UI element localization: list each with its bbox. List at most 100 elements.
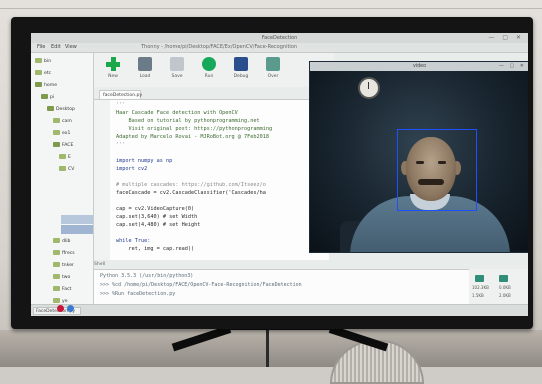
code-line: import numpy as np bbox=[116, 158, 173, 164]
webcam-window-controls[interactable]: — ▢ ✕ bbox=[499, 62, 526, 71]
tree-item[interactable]: ffrecs bbox=[53, 250, 75, 258]
new-button-label: New bbox=[108, 74, 118, 79]
network-down-icon bbox=[499, 275, 508, 282]
menu-edit[interactable]: Edit bbox=[51, 44, 61, 50]
run-button-label: Run bbox=[204, 74, 214, 79]
menu-view[interactable]: View bbox=[65, 44, 77, 50]
tree-selection-highlight bbox=[61, 215, 93, 224]
tree-item[interactable]: home bbox=[35, 82, 57, 90]
taskbar: FaceDetection.py bbox=[31, 304, 528, 316]
code-line: while True: bbox=[116, 238, 151, 244]
folder-icon bbox=[53, 274, 60, 279]
code-line: Visit original post: https://pythonprogr… bbox=[116, 126, 273, 132]
tree-selection-highlight-2 bbox=[61, 225, 93, 234]
load-icon bbox=[138, 57, 152, 71]
menu-file[interactable]: File bbox=[37, 44, 45, 50]
tree-item[interactable]: Desktop bbox=[47, 106, 75, 114]
python-shell[interactable]: Python 3.5.3 (/usr/bin/python3) >>> %cd … bbox=[94, 269, 504, 305]
new-button[interactable]: New bbox=[102, 57, 124, 85]
tree-item[interactable]: etc bbox=[35, 70, 51, 78]
code-line: Haar Cascade Face detection with OpenCV bbox=[116, 110, 238, 116]
power-cable bbox=[266, 330, 269, 367]
save-button[interactable]: Save bbox=[166, 57, 188, 85]
folder-icon bbox=[35, 70, 42, 75]
folder-icon bbox=[53, 286, 60, 291]
code-line: Adapted by Marcelo Rovai - MJRoBot.org @… bbox=[116, 134, 270, 140]
folder-icon bbox=[59, 154, 66, 159]
ide-window-controls[interactable]: — ▢ ✕ bbox=[488, 34, 524, 41]
debug-button[interactable]: Debug bbox=[230, 57, 252, 85]
tree-item[interactable]: two bbox=[53, 274, 70, 282]
tray-upload-value: 102.3KB bbox=[472, 285, 489, 290]
tree-item[interactable]: bin bbox=[35, 58, 51, 66]
webcam-title: video bbox=[412, 64, 427, 69]
webcam-window[interactable]: video — ▢ ✕ bbox=[309, 61, 528, 253]
monitor: FaceDetection — ▢ ✕ File Edit View Thonn… bbox=[11, 17, 533, 329]
folder-icon bbox=[53, 298, 60, 303]
code-editor[interactable]: ''' Haar Cascade Face detection with Ope… bbox=[94, 99, 329, 260]
folder-icon bbox=[35, 58, 42, 63]
folder-icon bbox=[53, 250, 60, 255]
ide-path-subtitle: Thonny - /home/pi/Desktop/FACE/Ex/OpenCV… bbox=[141, 44, 298, 50]
tree-item[interactable]: E bbox=[59, 154, 71, 162]
raspberry-menu-icon[interactable] bbox=[57, 305, 64, 312]
folder-icon bbox=[35, 82, 42, 87]
tree-item[interactable]: tnker bbox=[53, 262, 74, 270]
shell-line: >>> %cd /home/pi/Desktop/FACE/OpenCV-Fac… bbox=[100, 282, 302, 288]
tree-item[interactable]: pi bbox=[41, 94, 54, 102]
face-detection-box bbox=[397, 129, 477, 211]
desk-surface bbox=[0, 330, 542, 367]
folder-icon bbox=[53, 118, 60, 123]
save-icon bbox=[170, 57, 184, 71]
step-over-icon bbox=[266, 57, 280, 71]
file-tree: bin etc home pi Desktop cam ex1 FACE E C… bbox=[31, 53, 94, 316]
code-line: # multiple cascades: https://github.com/… bbox=[116, 182, 266, 188]
folder-icon bbox=[59, 166, 66, 171]
tree-item[interactable]: Fact bbox=[53, 286, 71, 294]
line-number-gutter bbox=[94, 100, 110, 260]
debug-icon bbox=[234, 57, 248, 71]
folder-icon bbox=[53, 142, 60, 147]
code-line: faceCascade = cv2.CascadeClassifier('Cas… bbox=[116, 190, 266, 196]
tree-item[interactable]: CV bbox=[59, 166, 74, 174]
code-line: ''' bbox=[116, 142, 126, 148]
code-line: Based on tutorial by pythonprogramming.n… bbox=[116, 118, 260, 124]
webcam-feed bbox=[310, 71, 528, 252]
shell-label: Shell bbox=[94, 262, 106, 267]
over-button[interactable]: Over bbox=[262, 57, 284, 85]
network-up-icon bbox=[475, 275, 484, 282]
code-line: cap.set(3,640) # set Width bbox=[116, 214, 198, 220]
tree-item[interactable]: FACE bbox=[53, 142, 73, 150]
tray-value: 1.5KB bbox=[472, 293, 484, 298]
shell-line: >>> %Run faceDetection.py bbox=[100, 291, 176, 297]
code-line: import cv2 bbox=[116, 166, 148, 172]
folder-icon bbox=[53, 262, 60, 267]
editor-tab[interactable]: faceDetection.py bbox=[99, 90, 142, 99]
tree-item[interactable]: dlib bbox=[53, 238, 70, 246]
tree-item[interactable]: cam bbox=[53, 118, 72, 126]
code-line: ''' bbox=[116, 102, 126, 108]
monitor-screen: FaceDetection — ▢ ✕ File Edit View Thonn… bbox=[31, 33, 528, 316]
ide-title: FaceDetection bbox=[261, 35, 298, 41]
code-line: cap = cv2.VideoCapture(0) bbox=[116, 206, 195, 212]
code-line: ret, img = cap.read() bbox=[116, 246, 195, 252]
code-line: cap.set(4,480) # set Height bbox=[116, 222, 201, 228]
tray-download-value: 0.0KB bbox=[499, 285, 511, 290]
folder-icon bbox=[53, 130, 60, 135]
plus-icon bbox=[106, 57, 120, 71]
tree-item[interactable]: ex1 bbox=[53, 130, 70, 138]
wall-tile-line bbox=[0, 8, 542, 9]
run-icon bbox=[202, 57, 216, 71]
folder-icon bbox=[41, 94, 48, 99]
over-button-label: Over bbox=[267, 74, 279, 79]
load-button[interactable]: Load bbox=[134, 57, 156, 85]
tray-value: 2.0KB bbox=[499, 293, 511, 298]
wall-clock bbox=[358, 77, 380, 99]
load-button-label: Load bbox=[139, 74, 151, 79]
browser-icon[interactable] bbox=[67, 305, 74, 312]
run-button[interactable]: Run bbox=[198, 57, 220, 85]
folder-icon bbox=[47, 106, 54, 111]
folder-icon bbox=[53, 238, 60, 243]
shell-line: Python 3.5.3 (/usr/bin/python3) bbox=[100, 273, 194, 279]
ide-toolbar: New Load Save Run Debug Over bbox=[94, 53, 334, 87]
